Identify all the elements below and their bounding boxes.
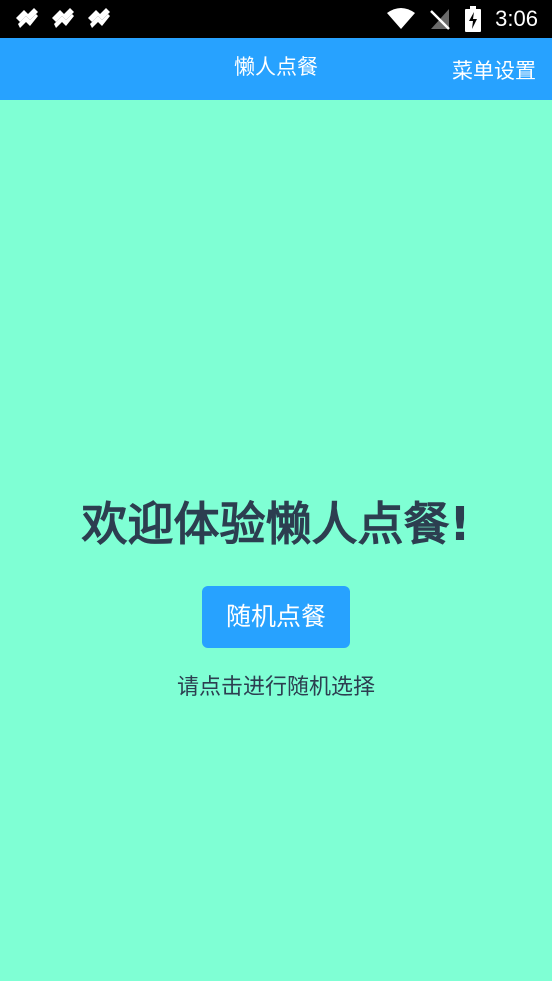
battery-charging-icon xyxy=(465,6,482,32)
system-icons: 3:06 xyxy=(387,4,538,34)
wifi-icon xyxy=(387,8,416,29)
main-content: 欢迎体验懒人点餐! 随机点餐 请点击进行随机选择 xyxy=(0,100,552,981)
app-bar: 懒人点餐 菜单设置 xyxy=(0,38,552,100)
notification-icon xyxy=(88,8,110,28)
status-bar: 3:06 xyxy=(0,0,552,38)
notification-icons xyxy=(14,6,112,30)
welcome-heading: 欢迎体验懒人点餐! xyxy=(81,497,471,551)
notification-icon xyxy=(52,8,74,28)
notification-icon xyxy=(16,8,38,28)
no-signal-icon xyxy=(430,9,451,30)
hint-text: 请点击进行随机选择 xyxy=(176,675,375,700)
random-order-button[interactable]: 随机点餐 xyxy=(202,586,350,648)
status-time: 3:06 xyxy=(495,6,538,31)
menu-settings-button[interactable]: 菜单设置 xyxy=(452,58,536,84)
